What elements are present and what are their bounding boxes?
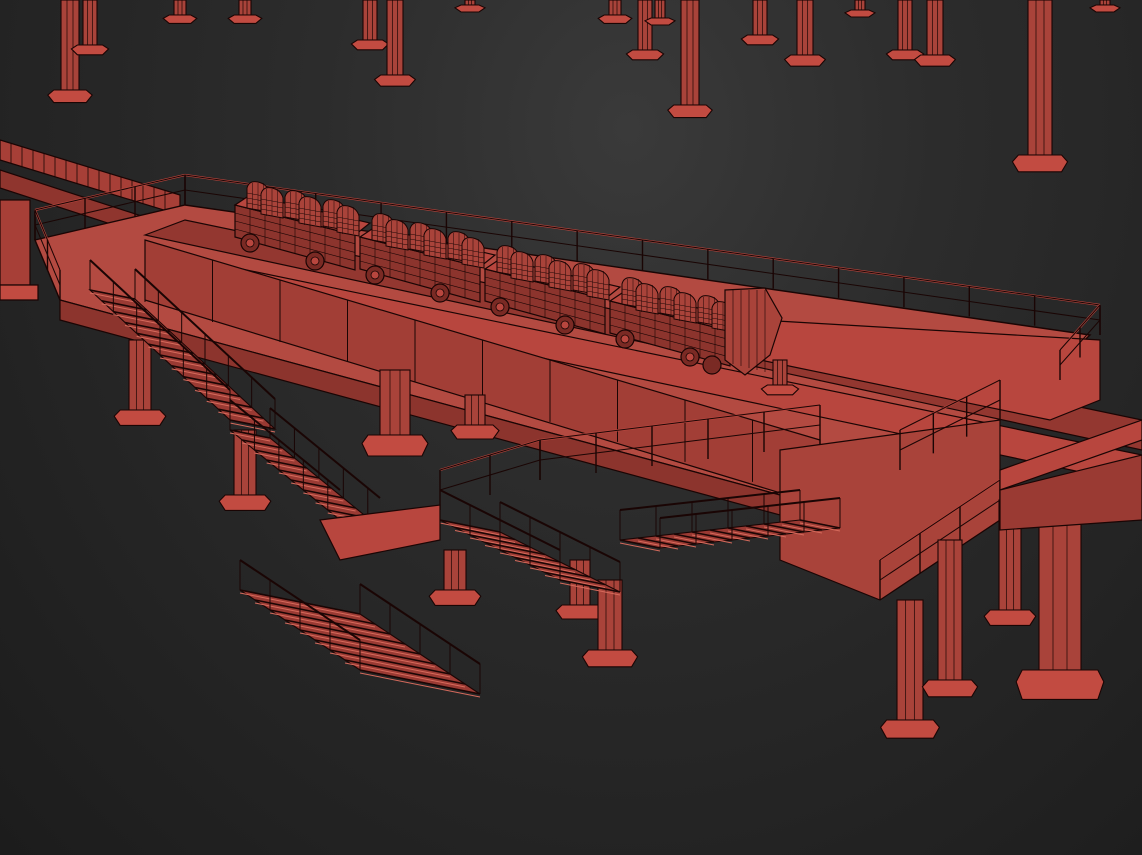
background-support-6 [453,0,487,13]
seat [635,283,659,315]
seat [336,205,360,237]
background-support-7 [597,0,633,24]
background-supports [47,0,1122,173]
wheel [430,283,450,303]
background-support-10 [740,0,780,46]
seat [260,187,284,219]
background-support-14 [913,0,957,67]
wheel [702,355,722,375]
background-support-12 [843,0,877,18]
stair-lower-middle [439,489,621,596]
support-column-6 [428,549,482,606]
background-support-2 [162,0,198,24]
background-support-13 [885,0,925,61]
station-platform [34,204,1142,601]
wheel [555,315,575,335]
wheel [305,251,325,271]
wheel [240,233,260,253]
seat [586,269,610,301]
background-support-11 [783,0,827,67]
background-support-9 [667,0,713,119]
wheel [680,347,700,367]
railing-lower-left [439,438,541,510]
seat [461,237,485,269]
wheel [365,265,385,285]
seat [385,219,409,251]
wheel [615,329,635,349]
seat [298,196,322,228]
seat [673,292,697,324]
seat [548,260,572,292]
background-support-4 [350,0,390,51]
coaster-station-render [0,0,1142,739]
background-support-16 [1088,0,1122,13]
background-support-3 [227,0,263,24]
background-support-15 [1011,0,1069,173]
seat [423,228,447,260]
support-column-7 [879,599,941,739]
3d-viewport[interactable] [0,0,1142,855]
seat [510,251,534,283]
wheel [490,297,510,317]
